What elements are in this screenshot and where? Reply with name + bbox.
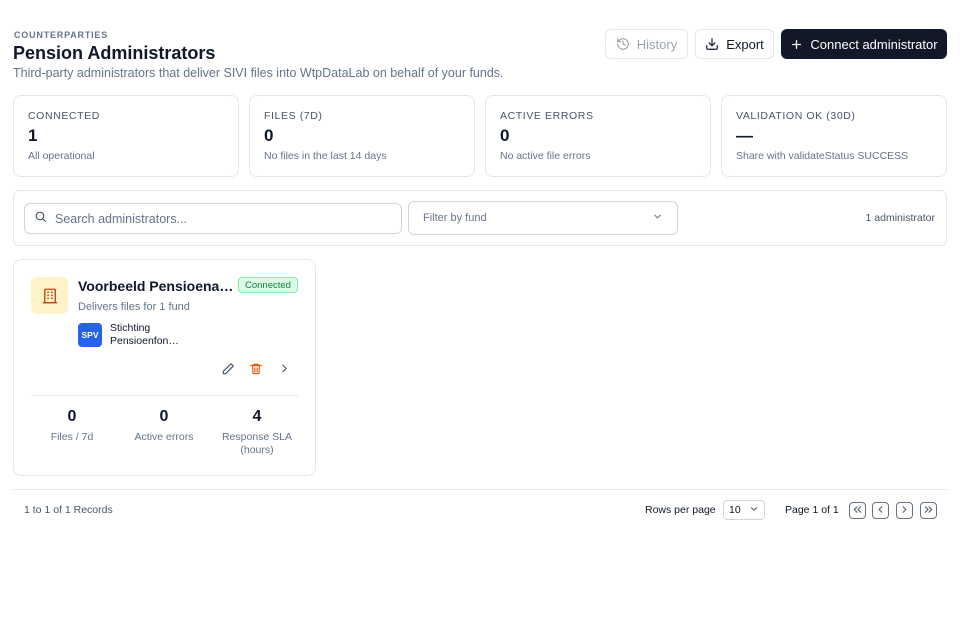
fund-filter-select[interactable]: Filter by fund: [408, 201, 678, 235]
administrator-count: 1 administrator: [865, 212, 935, 224]
last-page-button[interactable]: [920, 502, 937, 519]
status-badge: Connected: [238, 277, 298, 293]
search-input[interactable]: [55, 211, 375, 226]
stat-subtext: No active file errors: [500, 150, 591, 162]
trash-icon: [249, 362, 263, 381]
rows-per-page-value: 10: [729, 504, 741, 516]
chevron-left-icon: [875, 502, 886, 520]
open-details-button[interactable]: [275, 362, 293, 380]
search-icon: [34, 210, 47, 228]
next-page-button[interactable]: [896, 502, 913, 519]
metric-sla-label: Response SLA (hours): [221, 431, 293, 456]
footer-divider: [13, 489, 947, 490]
chevrons-left-icon: [852, 502, 863, 520]
search-box[interactable]: [24, 203, 402, 234]
download-icon: [705, 37, 719, 51]
stat-card-validation: VALIDATION OK (30D) — Share with validat…: [721, 95, 947, 177]
rows-per-page-label: Rows per page: [645, 504, 716, 516]
fund-avatar: SPV: [78, 323, 102, 347]
previous-page-button[interactable]: [872, 502, 889, 519]
building-icon: [31, 277, 68, 314]
history-button[interactable]: History: [605, 29, 688, 59]
stat-value: —: [736, 126, 753, 145]
stat-subtext: All operational: [28, 150, 95, 162]
export-label: Export: [726, 36, 764, 52]
connect-label: Connect administrator: [810, 36, 938, 52]
card-divider: [31, 395, 298, 396]
page-subtitle: Third-party administrators that deliver …: [13, 66, 504, 80]
edit-button[interactable]: [219, 362, 237, 380]
stat-label: ACTIVE ERRORS: [500, 110, 594, 122]
pencil-icon: [221, 362, 235, 381]
connect-administrator-button[interactable]: Connect administrator: [781, 29, 947, 59]
stat-card-files: FILES (7D) 0 No files in the last 14 day…: [249, 95, 475, 177]
metric-files-value: 0: [67, 408, 77, 425]
stat-card-active-errors: ACTIVE ERRORS 0 No active file errors: [485, 95, 711, 177]
plus-icon: [790, 38, 803, 51]
chevron-right-icon: [899, 502, 910, 520]
history-icon: [616, 37, 630, 51]
stat-value: 0: [500, 126, 510, 145]
page-title: Pension Administrators: [13, 43, 216, 63]
history-label: History: [636, 36, 678, 52]
administrator-name: Voorbeeld Pensioena…: [78, 278, 234, 294]
first-page-button[interactable]: [849, 502, 866, 519]
stat-value: 0: [264, 126, 274, 145]
chevron-right-icon: [278, 362, 291, 380]
metric-errors-value: 0: [159, 408, 169, 425]
stat-label: FILES (7D): [264, 110, 323, 122]
page-info: Page 1 of 1: [785, 504, 839, 516]
chevron-down-icon: [652, 211, 663, 225]
stat-subtext: No files in the last 14 days: [264, 150, 387, 162]
stat-subtext: Share with validateStatus SUCCESS: [736, 150, 909, 162]
fund-name: Stichting Pensioenfon…: [110, 322, 179, 347]
records-summary: 1 to 1 of 1 Records: [24, 504, 113, 516]
stat-value: 1: [28, 126, 38, 145]
metric-files-label: Files / 7d: [50, 431, 94, 443]
rows-per-page-select[interactable]: 10: [723, 500, 765, 520]
eyebrow-label: COUNTERPARTIES: [14, 30, 109, 40]
stat-label: VALIDATION OK (30D): [736, 110, 856, 122]
stat-label: CONNECTED: [28, 110, 100, 122]
administrator-delivers: Delivers files for 1 fund: [78, 301, 190, 313]
fund-filter-placeholder: Filter by fund: [423, 212, 487, 224]
metric-errors-label: Active errors: [134, 431, 194, 443]
chevron-down-icon: [749, 504, 759, 517]
export-button[interactable]: Export: [695, 29, 774, 59]
delete-button[interactable]: [247, 362, 265, 380]
metric-sla-value: 4: [252, 408, 262, 425]
stat-card-connected: CONNECTED 1 All operational: [13, 95, 239, 177]
chevrons-right-icon: [923, 502, 934, 520]
